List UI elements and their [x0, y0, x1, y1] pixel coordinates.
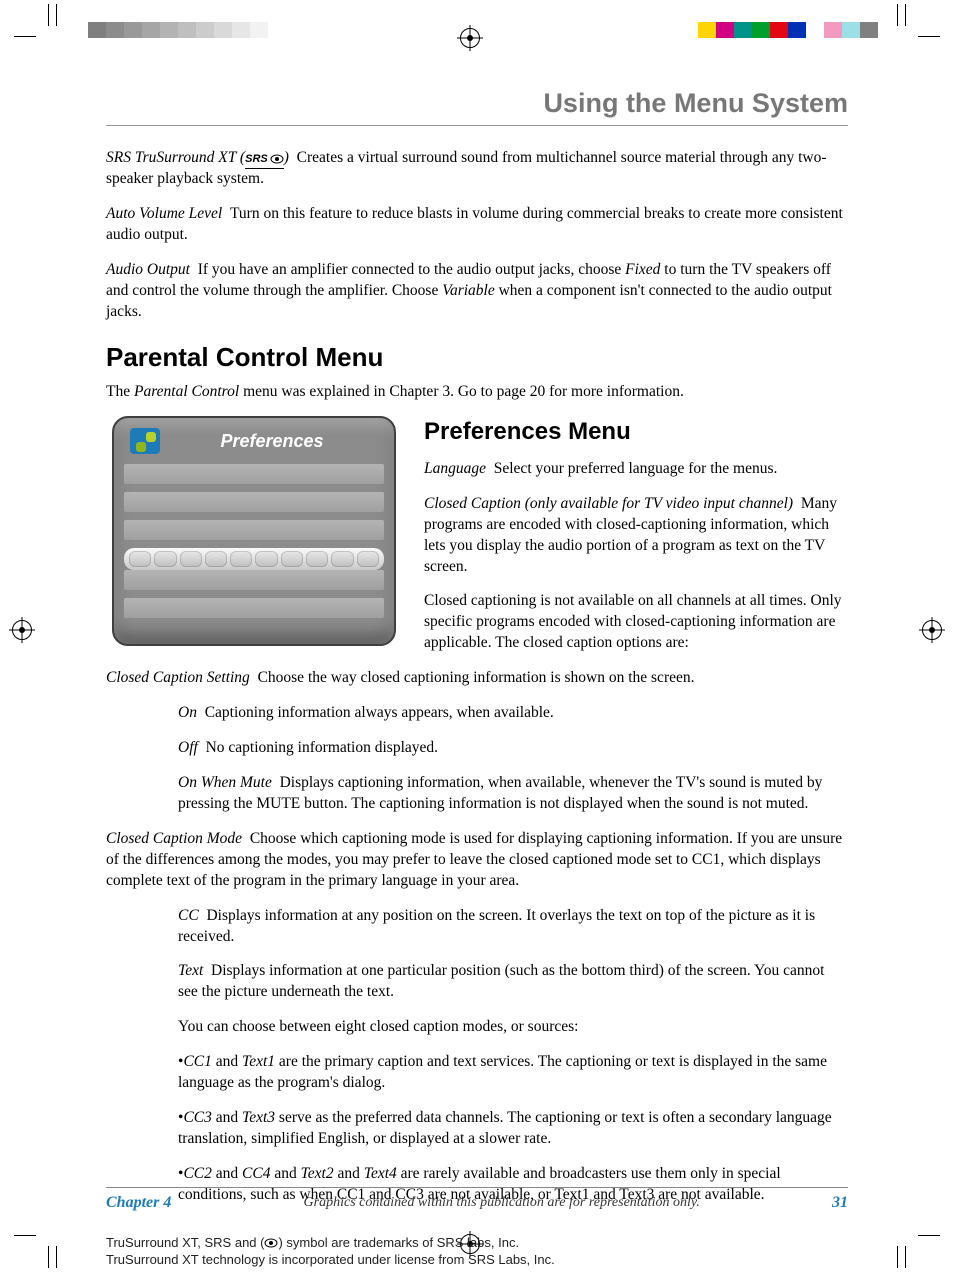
crop-mark	[56, 4, 57, 26]
osd-row	[124, 464, 384, 484]
footer-chapter: Chapter 4	[106, 1194, 171, 1212]
crop-mark	[905, 4, 906, 26]
srs-logo: SRS	[245, 152, 284, 169]
registration-mark-icon	[460, 28, 480, 48]
page-footer: Chapter 4 Graphics contained within this…	[106, 1187, 848, 1212]
greyscale-bar	[88, 22, 286, 38]
crop-mark	[905, 1246, 906, 1268]
crop-mark	[897, 4, 898, 26]
bullet-cc1: •CC1 and Text1 are the primary caption a…	[178, 1052, 848, 1094]
footer-note: Graphics contained within this publicati…	[171, 1195, 832, 1211]
osd-row	[124, 570, 384, 590]
item-cc: CC Displays information at any position …	[178, 906, 848, 948]
crop-mark	[918, 1235, 940, 1236]
crop-mark	[918, 36, 940, 37]
crop-mark	[14, 36, 36, 37]
paragraph-choose: You can choose between eight closed capt…	[178, 1017, 848, 1038]
paragraph-avl: Auto Volume Level Turn on this feature t…	[106, 204, 848, 246]
heading-parental-control: Parental Control Menu	[106, 340, 848, 375]
preferences-icon	[130, 428, 160, 454]
color-bar	[698, 22, 878, 38]
bullet-cc3: •CC3 and Text3 serve as the preferred da…	[178, 1108, 848, 1150]
paragraph-cc-setting: Closed Caption Setting Choose the way cl…	[106, 668, 848, 689]
paragraph-cc-mode: Closed Caption Mode Choose which caption…	[106, 829, 848, 892]
paragraph-audio-output: Audio Output If you have an amplifier co…	[106, 260, 848, 323]
osd-title: Preferences	[166, 429, 378, 453]
crop-mark	[48, 4, 49, 26]
item-on-when-mute: On When Mute Displays captioning informa…	[178, 773, 848, 815]
crop-mark	[14, 1235, 36, 1236]
paragraph-parental-intro: The Parental Control menu was explained …	[106, 382, 848, 403]
item-on: On Captioning information always appears…	[178, 703, 848, 724]
registration-mark-icon	[12, 620, 32, 640]
osd-row	[124, 598, 384, 618]
page-header: Using the Menu System	[106, 88, 848, 126]
footnotes: TruSurround XT, SRS and () symbol are tr…	[106, 1234, 848, 1269]
osd-preferences-graphic: Preferences	[112, 416, 396, 646]
osd-row	[124, 520, 384, 540]
footer-page-number: 31	[832, 1194, 848, 1212]
crop-mark	[48, 1246, 49, 1268]
item-off: Off No captioning information displayed.	[178, 738, 848, 759]
osd-row-highlight	[124, 548, 384, 570]
item-text: Text Displays information at one particu…	[178, 961, 848, 1003]
registration-mark-icon	[922, 620, 942, 640]
crop-mark	[56, 1246, 57, 1268]
osd-row	[124, 492, 384, 512]
paragraph-srs: SRS TruSurround XT (SRS) Creates a virtu…	[106, 148, 848, 190]
crop-mark	[897, 1246, 898, 1268]
